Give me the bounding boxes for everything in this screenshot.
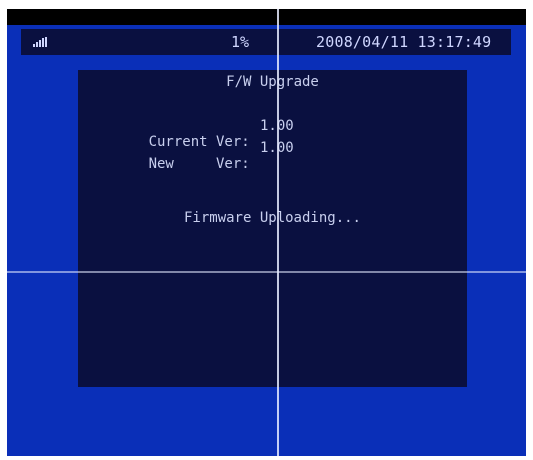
dialog-title: F/W Upgrade (226, 74, 319, 90)
screen-bezel-top (7, 9, 526, 25)
firmware-upgrade-dialog: F/W Upgrade Current Ver: 1.00 New Ver: 1… (78, 70, 467, 387)
signal-icon (33, 37, 47, 47)
upload-percent: 1% (231, 33, 250, 51)
crosshair-horizontal (7, 271, 526, 273)
crosshair-vertical (277, 9, 279, 456)
dvr-screen: 1% 2008/04/11 13:17:49 F/W Upgrade Curre… (7, 9, 526, 456)
status-bar: 1% 2008/04/11 13:17:49 (21, 29, 511, 55)
datetime-display: 2008/04/11 13:17:49 (316, 33, 492, 51)
upload-status-message: Firmware Uploading... (183, 210, 361, 226)
new-version-label: New Ver: (148, 156, 250, 172)
new-version-row: New Ver: 1.00 (98, 140, 294, 204)
